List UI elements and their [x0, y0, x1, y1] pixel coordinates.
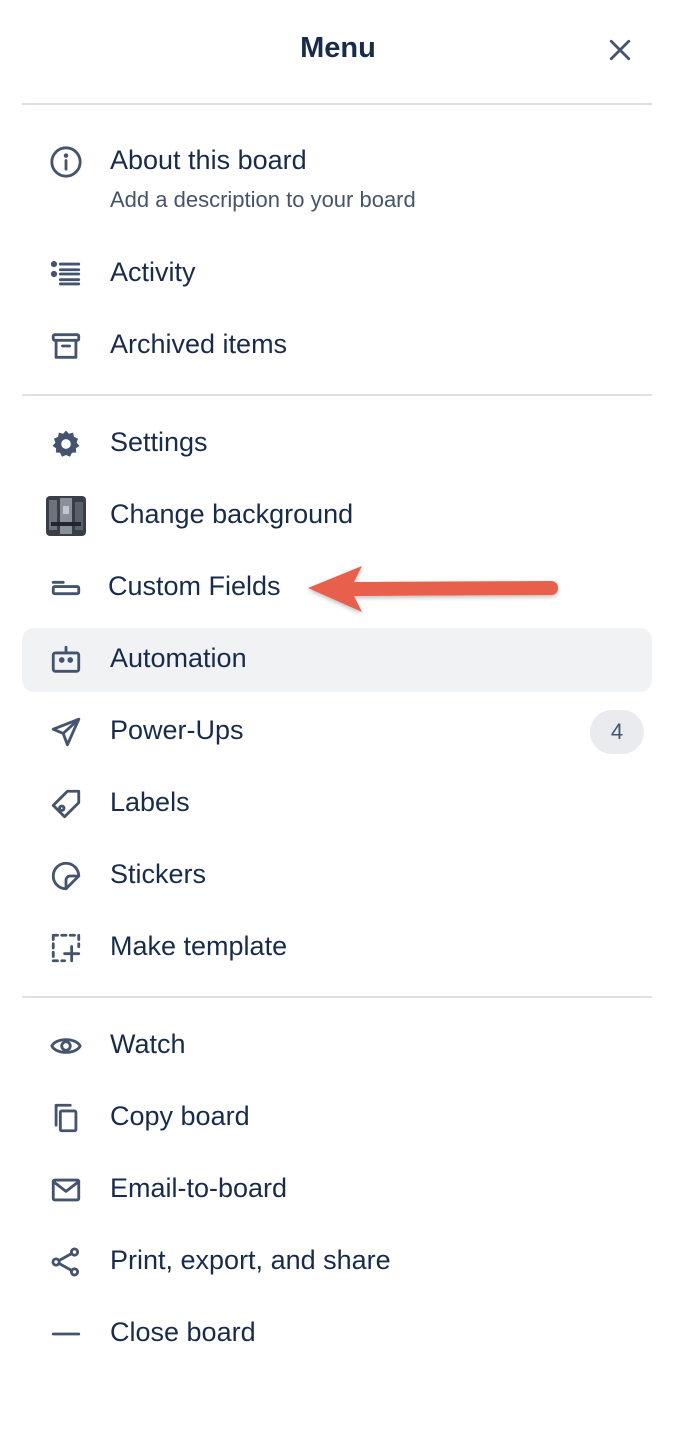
menu-item-change-background[interactable]: Change background [22, 484, 652, 548]
menu-item-label: Automation [110, 643, 247, 673]
menu-item-label: Watch [110, 1029, 186, 1059]
menu-item-email-to-board[interactable]: Email-to-board [22, 1158, 652, 1222]
menu-item-activity[interactable]: Activity [22, 242, 652, 306]
robot-icon [51, 645, 81, 673]
menu-item-sublabel: Add a description to your board [110, 187, 416, 212]
archive-box-icon [51, 333, 81, 359]
activity-list-icon [50, 260, 81, 286]
menu-item-close-board[interactable]: Close board [22, 1302, 652, 1366]
template-add-icon [51, 933, 81, 963]
menu-item-stickers[interactable]: Stickers [22, 844, 652, 908]
close-icon [609, 39, 631, 61]
menu-title: Menu [300, 32, 376, 64]
menu-item-label: Copy board [110, 1101, 250, 1131]
gear-icon [52, 430, 80, 457]
annotation-arrow [308, 566, 558, 612]
menu-item-copy-board[interactable]: Copy board [22, 1086, 652, 1150]
menu-item-label: Email-to-board [110, 1173, 288, 1203]
menu-item-power-ups[interactable]: Power-Ups 4 [22, 700, 652, 764]
menu-item-settings[interactable]: Settings [22, 412, 652, 476]
menu-item-make-template[interactable]: Make template [22, 916, 652, 980]
menu-item-label: Make template [110, 931, 288, 961]
divider [22, 394, 652, 396]
divider [22, 103, 652, 105]
close-button[interactable] [600, 30, 640, 70]
menu-item-label: Archived items [110, 329, 288, 359]
info-icon [50, 146, 82, 178]
tag-icon [51, 789, 81, 819]
copy-icon [54, 1103, 78, 1133]
eye-icon [50, 1038, 82, 1054]
menu-item-automation[interactable]: Automation [22, 628, 652, 692]
menu-item-label: Change background [110, 499, 354, 529]
menu-header: Menu [0, 0, 676, 104]
mail-icon [51, 1178, 81, 1202]
menu-item-label: Settings [110, 427, 208, 457]
rocket-icon [51, 717, 81, 747]
menu-item-label: About this board [110, 145, 307, 175]
menu-item-label: Power-Ups [110, 715, 244, 745]
divider [22, 996, 652, 998]
minus-icon [51, 1332, 81, 1336]
background-thumbnail [46, 496, 86, 536]
menu-item-label: Custom Fields [108, 571, 281, 601]
power-ups-count-badge: 4 [590, 710, 644, 754]
menu-item-archived-items[interactable]: Archived items [22, 314, 652, 378]
menu-item-label: Stickers [110, 859, 207, 889]
share-icon [51, 1247, 80, 1277]
menu-item-label: Labels [110, 787, 190, 817]
menu-item-label: Print, export, and share [110, 1245, 391, 1275]
menu-item-print-export-share[interactable]: Print, export, and share [22, 1230, 652, 1294]
custom-field-icon [51, 580, 81, 596]
menu-item-label: Activity [110, 257, 196, 287]
menu-item-about-board[interactable]: About this board Add a description to yo… [22, 130, 652, 226]
menu-item-label: Close board [110, 1317, 256, 1347]
menu-item-labels[interactable]: Labels [22, 772, 652, 836]
menu-item-watch[interactable]: Watch [22, 1014, 652, 1078]
sticker-icon [51, 861, 81, 891]
